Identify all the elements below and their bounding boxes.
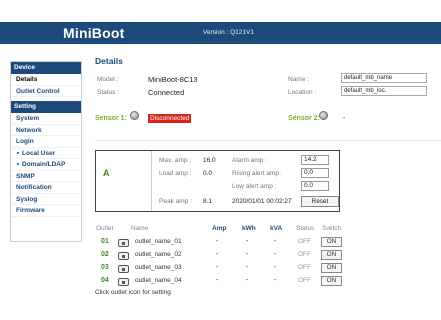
outlet-name: outlet_name_03 — [135, 264, 182, 271]
panel-divider — [151, 151, 152, 211]
peak-timestamp: 2020/01/01 00:02:27 — [232, 198, 292, 205]
outlet-amp: - — [215, 277, 219, 284]
sidebar-item-notification[interactable]: Notification — [11, 182, 81, 194]
outlet-kva: - — [273, 251, 277, 258]
outlet-switch-button[interactable]: ON — [321, 250, 342, 260]
outlet-status: OFF — [298, 277, 311, 284]
peak-amp-label: Peak amp : — [159, 198, 192, 205]
sidebar: Device Details Outlet Control Setting Sy… — [10, 61, 82, 242]
outlet-name: outlet_name_01 — [135, 238, 182, 245]
outlet-kwh: - — [245, 251, 249, 258]
phase-label: A — [103, 168, 110, 178]
outlet-switch-button[interactable]: ON — [321, 237, 342, 247]
rising-alert-field[interactable]: 0.0 — [301, 168, 329, 178]
col-header-switch: Switch — [322, 225, 342, 232]
sidebar-item-login[interactable]: Login — [11, 136, 81, 148]
main-content: Details Model : MiniBoot-8C13 Status : C… — [95, 0, 441, 320]
outlet-number: 03 — [101, 264, 109, 271]
col-header-kwh: kWh — [242, 225, 256, 232]
outlet-kva: - — [273, 277, 277, 284]
alarm-amp-label: Alarm amp : — [232, 157, 268, 164]
outlet-switch-button[interactable]: ON — [321, 263, 342, 273]
sidebar-item-label: Local User — [22, 149, 56, 157]
alarm-amp-field[interactable]: 14.2 — [301, 155, 329, 165]
sensor1-label: Sensor 1: — [95, 115, 127, 122]
rising-alert-label: Rising alert amp : — [232, 170, 283, 177]
outlet-plug-icon[interactable] — [118, 278, 129, 286]
col-header-name: Name — [131, 225, 149, 232]
section-divider — [95, 140, 441, 141]
page-title: Details — [95, 56, 123, 66]
outlet-amp: - — [215, 264, 219, 271]
col-header-kva: kVA — [270, 225, 283, 232]
outlet-kva: - — [273, 238, 277, 245]
bullet-icon — [17, 151, 19, 154]
max-amp-value: 16.0 — [203, 157, 216, 164]
sensor2-icon[interactable] — [319, 111, 328, 120]
table-row: 02 outlet_name_02 - - - OFF ON — [95, 250, 342, 263]
sidebar-item-syslog[interactable]: Syslog — [11, 194, 81, 205]
outlet-number: 01 — [101, 238, 109, 245]
sidebar-item-details[interactable]: Details — [11, 74, 81, 86]
status-value: Connected — [148, 88, 185, 97]
col-header-status: Status — [296, 225, 315, 232]
outlet-number: 04 — [101, 277, 109, 284]
table-row: 01 outlet_name_01 - - - OFF ON — [95, 237, 342, 250]
outlet-plug-icon[interactable] — [118, 239, 129, 247]
sidebar-item-label: Domain/LDAP — [22, 161, 66, 168]
outlet-amp: - — [215, 238, 219, 245]
outlet-plug-icon[interactable] — [118, 265, 129, 273]
outlet-kva: - — [273, 264, 277, 271]
sidebar-item-snmp[interactable]: SNMP — [11, 171, 81, 182]
outlet-number: 02 — [101, 251, 109, 258]
outlet-kwh: - — [245, 277, 249, 284]
table-row: 04 outlet_name_04 - - - OFF ON — [95, 276, 342, 289]
table-row: 03 outlet_name_03 - - - OFF ON — [95, 263, 342, 276]
col-header-amp: Amp — [212, 225, 227, 232]
location-label: Location : — [288, 89, 317, 96]
table-hint: Click outlet icon for setting — [95, 289, 171, 296]
device-name-field[interactable]: default_mb_name — [341, 73, 427, 83]
low-alert-field[interactable]: 0.0 — [301, 181, 329, 191]
outlet-name: outlet_name_02 — [135, 251, 182, 258]
outlet-status: OFF — [298, 264, 311, 271]
outlet-name: outlet_name_04 — [135, 277, 182, 284]
sidebar-heading-setting: Setting — [11, 101, 81, 113]
peak-amp-value: 8.1 — [203, 198, 213, 205]
device-location-field[interactable]: default_mb_loc. — [341, 86, 427, 96]
sidebar-item-domain-ldap[interactable]: Domain/LDAP — [11, 159, 81, 171]
outlet-plug-icon[interactable] — [118, 252, 129, 260]
load-amp-value: 0.0 — [203, 170, 213, 177]
outlet-kwh: - — [245, 238, 249, 245]
outlet-status: OFF — [298, 251, 311, 258]
status-label: Status : — [97, 89, 120, 96]
phase-panel: A Max. amp : 16.0 Load amp : 0.0 Peak am… — [95, 150, 340, 212]
model-value: MiniBoot-8C13 — [148, 75, 198, 84]
name-label: Name : — [288, 76, 309, 83]
max-amp-label: Max. amp : — [159, 157, 192, 164]
sensor2-label: Sensor 2: — [288, 115, 320, 122]
outlet-amp: - — [215, 251, 219, 258]
model-label: Model : — [97, 76, 119, 83]
sidebar-item-local-user[interactable]: Local User — [11, 148, 81, 159]
bullet-icon — [17, 163, 19, 166]
reset-button[interactable]: Reset — [301, 196, 339, 207]
sensor1-icon[interactable] — [130, 111, 139, 120]
sensor1-status-badge: Disconnected — [148, 114, 192, 123]
load-amp-label: Load amp : — [159, 170, 192, 177]
outlet-kwh: - — [245, 264, 249, 271]
sensor2-value: - — [343, 115, 346, 122]
sidebar-item-outlet-control[interactable]: Outlet Control — [11, 86, 81, 97]
sidebar-item-network[interactable]: Network — [11, 125, 81, 136]
sidebar-item-system[interactable]: System — [11, 113, 81, 125]
low-alert-label: Low alert amp : — [232, 183, 277, 190]
sidebar-heading-device: Device — [11, 62, 81, 74]
outlet-status: OFF — [298, 238, 311, 245]
outlet-switch-button[interactable]: ON — [321, 276, 342, 286]
sidebar-item-firmware[interactable]: Firmware — [11, 205, 81, 217]
col-header-outlet: Outlet — [96, 225, 114, 232]
